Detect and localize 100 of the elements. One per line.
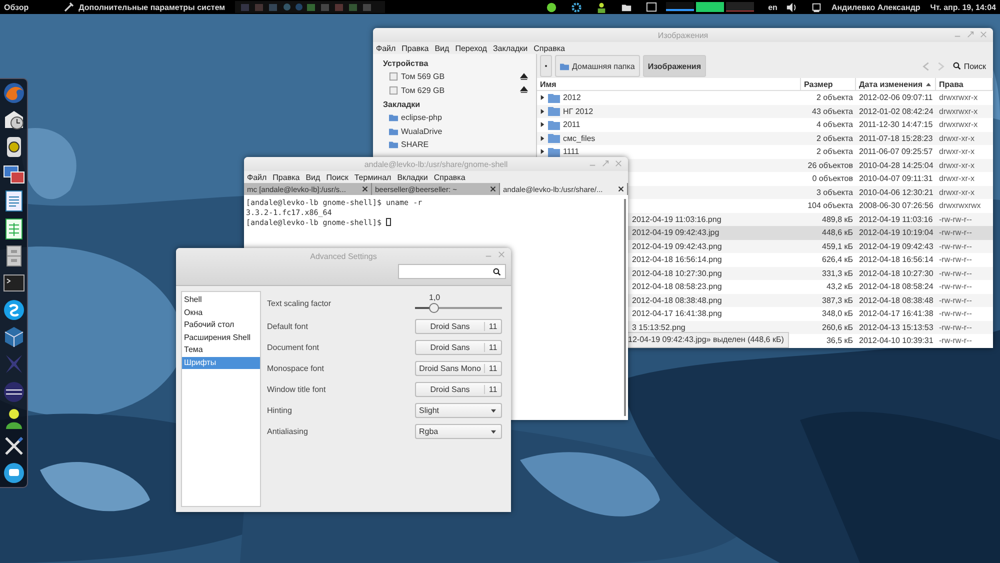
- section-item[interactable]: Расширения Shell: [182, 332, 260, 344]
- file-permissions: -rw-rw-r--: [938, 228, 973, 238]
- app-menu[interactable]: Дополнительные параметры систем: [78, 2, 226, 12]
- file-size: 43,2 кБ: [825, 282, 854, 292]
- font-button[interactable]: Droid Sans 11: [415, 382, 502, 397]
- file-permissions: -rw-rw-r--: [938, 255, 973, 264]
- file-permissions: drwxrwxrwx: [938, 201, 982, 210]
- sidebar-item[interactable]: Том 629 GB: [373, 84, 536, 97]
- file-date: 2010-04-28 14:25:04: [858, 160, 934, 170]
- file-permissions: drwxr-xr-x: [938, 147, 976, 156]
- file-size: 104 объекта: [806, 201, 854, 210]
- file-name: 1111: [563, 147, 580, 156]
- file-row[interactable]: 1111 2 объекта 2011-06-07 09:25:57 drwxr-xr-x: [537, 145, 993, 158]
- file-date: 2012-01-02 08:42:24: [858, 106, 934, 116]
- file-permissions: -rw-rw-r--: [938, 336, 973, 346]
- menu-item[interactable]: Файл: [376, 44, 396, 52]
- keyboard-layout[interactable]: en: [768, 2, 778, 12]
- file-name: 2012: [563, 93, 581, 102]
- sidebar-item[interactable]: SHARE: [373, 138, 536, 152]
- column-header[interactable]: Дата изменения: [856, 78, 936, 90]
- menu-item[interactable]: Поиск: [326, 172, 348, 182]
- column-header[interactable]: Права: [936, 78, 993, 90]
- clock[interactable]: Чт. апр. 19, 14:04: [930, 2, 996, 12]
- menu-item[interactable]: Закладки: [492, 44, 528, 52]
- setting-label: Document font: [267, 343, 320, 352]
- file-date: 2012-04-19 11:03:16: [858, 214, 934, 224]
- file-date: 2012-02-06 09:07:11: [858, 93, 934, 102]
- file-name: 2012-04-18 08:38:48.png: [631, 296, 722, 305]
- menu-item[interactable]: Вид: [434, 44, 450, 52]
- file-date: 2012-04-19 09:42:43: [858, 242, 934, 251]
- file-date: 2011-07-18 15:28:23: [858, 134, 934, 143]
- file-permissions: -rw-rw-r--: [938, 214, 973, 224]
- font-button[interactable]: Droid Sans 11: [415, 319, 502, 334]
- file-name: смс_files: [563, 134, 596, 143]
- menu-item[interactable]: Вкладки: [397, 172, 428, 182]
- path-button[interactable]: Изображения: [642, 55, 706, 77]
- sidebar-item[interactable]: eclipse-php: [373, 111, 536, 124]
- menu-item[interactable]: Терминал: [354, 172, 392, 182]
- file-size: 489,8 кБ: [821, 214, 854, 224]
- file-size: 2 объекта: [816, 147, 854, 156]
- menu-item[interactable]: Правка: [272, 172, 300, 182]
- file-date: 2012-04-17 16:41:38: [858, 309, 934, 318]
- dropdown[interactable]: Rgba: [415, 424, 502, 439]
- file-permissions: -rw-rw-r--: [938, 322, 973, 332]
- user-name[interactable]: Андилевко Александр: [831, 2, 920, 12]
- file-name: 2012-04-17 16:41:38.png: [631, 309, 722, 318]
- section-item[interactable]: Рабочий стол: [182, 319, 260, 332]
- font-button[interactable]: Droid Sans Mono 11: [415, 361, 502, 376]
- file-name: 2012-04-18 08:58:23.png: [631, 282, 722, 292]
- section-item[interactable]: Shell: [182, 294, 260, 306]
- file-date: 2012-04-19 10:19:04: [858, 228, 934, 238]
- slider-value: 1,0: [429, 293, 440, 302]
- file-row[interactable]: НГ 2012 43 объекта 2012-01-02 08:42:24 drwxrwxr-x: [537, 104, 993, 118]
- file-permissions: drwxr-xr-x: [938, 188, 976, 197]
- file-permissions: drwxr-xr-x: [938, 134, 976, 143]
- file-date: 2012-04-18 08:58:24: [858, 282, 934, 292]
- sidebar-item[interactable]: WualaDrive: [373, 124, 536, 138]
- file-row[interactable]: 2011 4 объекта 2011-12-30 14:47:15 drwxrwxr-x: [537, 118, 993, 132]
- setting-label: Hinting: [267, 406, 292, 415]
- search-button[interactable]: Поиск: [948, 62, 990, 70]
- activities-button[interactable]: Обзор: [4, 2, 29, 12]
- column-header[interactable]: Размер: [801, 78, 856, 90]
- dropdown[interactable]: Slight: [415, 403, 502, 418]
- column-header[interactable]: Имя: [537, 78, 801, 90]
- setting-label: Antialiasing: [267, 427, 308, 436]
- font-button[interactable]: Droid Sans 11: [415, 340, 502, 355]
- file-row[interactable]: 2012 2 объекта 2012-02-06 09:07:11 drwxrwxr-x: [537, 91, 993, 104]
- window-title: Advanced Settings: [310, 252, 377, 260]
- file-date: 2012-04-18 08:38:48: [858, 296, 934, 305]
- file-size: 348,0 кБ: [821, 309, 854, 318]
- file-permissions: drwxr-xr-x: [938, 174, 976, 184]
- file-date: 2011-12-30 14:47:15: [858, 120, 934, 130]
- window-title: andale@levko-lb:/usr/share/gnome-shell: [364, 160, 508, 168]
- section-item[interactable]: Тема: [182, 344, 260, 356]
- file-permissions: -rw-rw-r--: [938, 282, 973, 292]
- file-row[interactable]: смс_files 2 объекта 2011-07-18 15:28:23 drwxr-xr-x: [537, 132, 993, 145]
- menu-item[interactable]: Справка: [434, 172, 466, 182]
- file-size: 36,5 кБ: [825, 336, 854, 346]
- menu-item[interactable]: Файл: [247, 172, 267, 182]
- menu-item[interactable]: Справка: [534, 44, 565, 52]
- file-size: 0 объектов: [811, 174, 854, 184]
- menu-item[interactable]: Переход: [455, 44, 487, 52]
- file-size: 3 объекта: [816, 188, 854, 197]
- file-size: 387,3 кБ: [821, 296, 854, 305]
- file-date: 2010-04-06 12:30:21: [858, 188, 934, 197]
- file-date: 2010-04-07 09:11:31: [858, 174, 934, 184]
- path-button[interactable]: Домашняя папка: [555, 55, 640, 77]
- menu-item[interactable]: Правка: [402, 44, 429, 52]
- file-permissions: drwxrwxr-x: [938, 106, 979, 116]
- file-permissions: -rw-rw-r--: [938, 268, 973, 278]
- setting-label: Default font: [267, 322, 308, 331]
- file-name: НГ 2012: [563, 106, 594, 116]
- section-item[interactable]: Окна: [182, 306, 260, 319]
- file-permissions: -rw-rw-r--: [938, 296, 973, 305]
- file-date: 2012-04-18 16:56:14: [858, 255, 934, 264]
- file-name: 2012-04-18 10:27:30.png: [631, 268, 722, 278]
- sidebar-heading: Закладки: [382, 99, 422, 111]
- sidebar-item[interactable]: Том 569 GB: [373, 70, 536, 84]
- menu-item[interactable]: Вид: [306, 172, 320, 182]
- file-size: 459,1 кБ: [821, 242, 854, 251]
